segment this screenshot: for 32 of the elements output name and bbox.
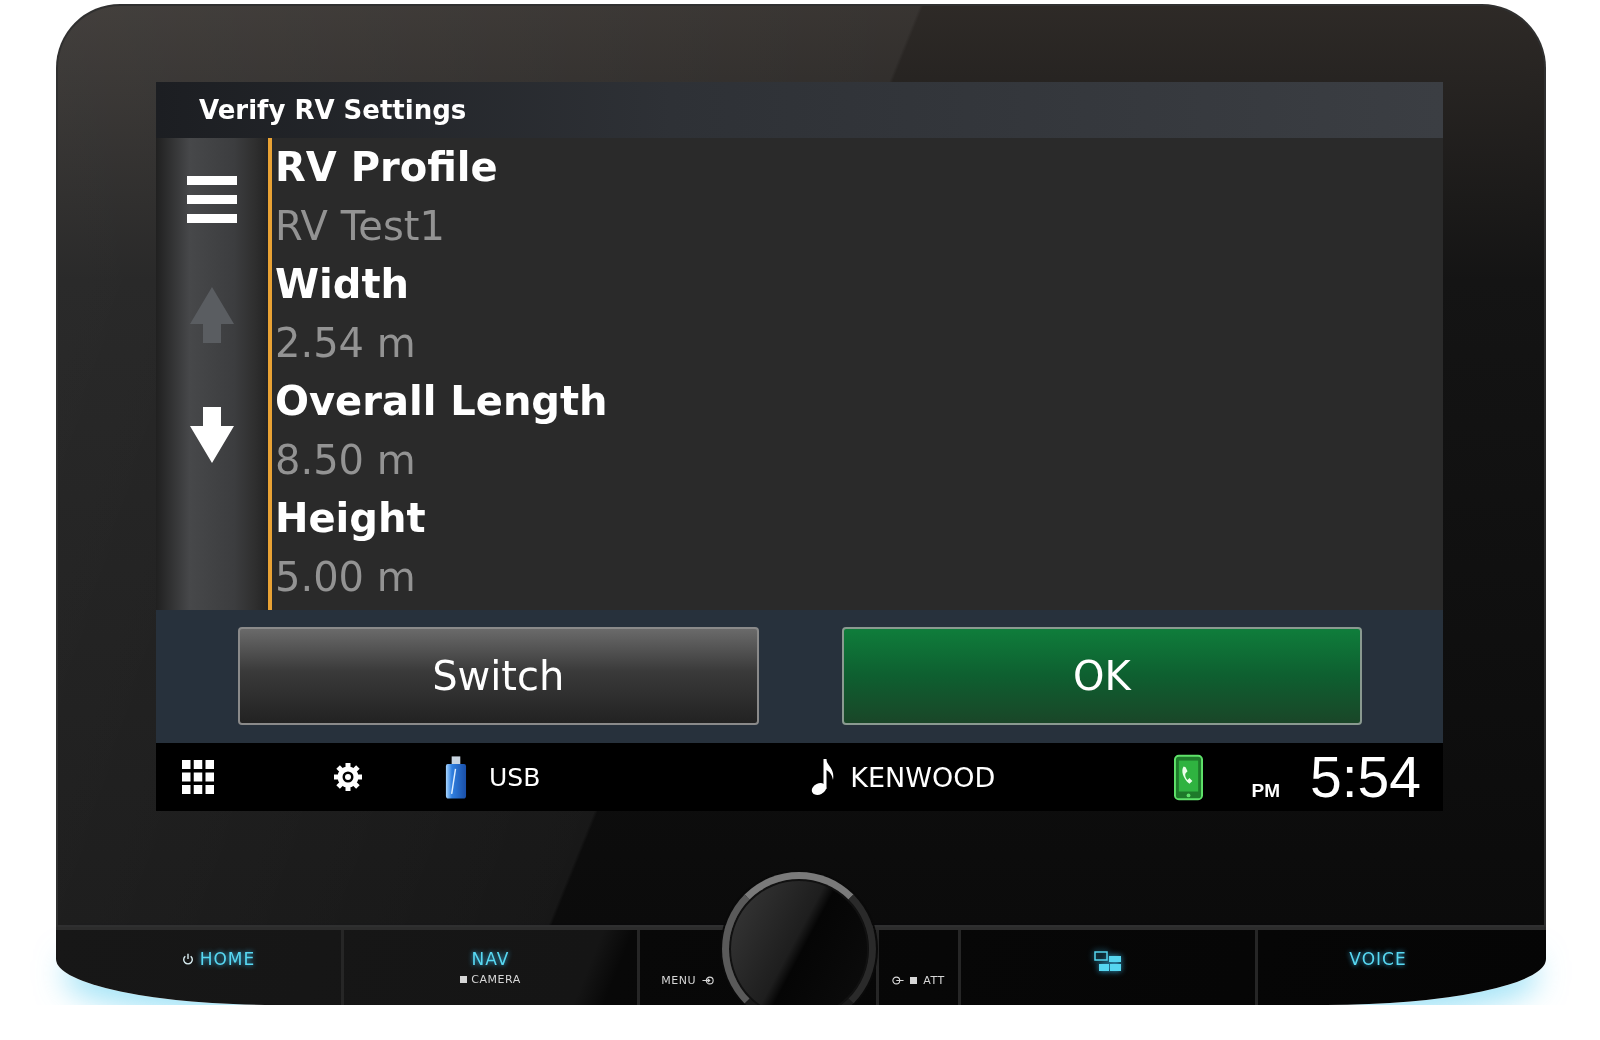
setting-label: Width (275, 260, 410, 309)
power-icon (181, 953, 194, 965)
setting-value: 5.00 m (275, 552, 416, 602)
tiles-icon (1094, 951, 1122, 971)
screen-title: Verify RV Settings (199, 94, 467, 126)
square-icon (460, 976, 468, 983)
voice-button[interactable]: VOICE (1258, 930, 1546, 1005)
apps-grid-icon[interactable] (182, 760, 214, 794)
menu-icon[interactable] (187, 176, 237, 223)
setting-label: Height (275, 494, 426, 543)
source-button[interactable]: USB (444, 754, 541, 800)
setting-label: RV Profile (275, 143, 498, 192)
arrow-circle-icon (702, 976, 714, 985)
usb-stick-icon (444, 754, 467, 800)
setting-value: 8.50 m (275, 435, 416, 485)
phone-icon[interactable] (1173, 753, 1203, 801)
home-button[interactable]: HOME (56, 930, 344, 1005)
music-note-icon (811, 758, 836, 796)
menu-button[interactable]: MENU (640, 930, 720, 1005)
now-playing-button[interactable]: KENWOOD (811, 758, 996, 796)
ok-button[interactable]: OK (841, 627, 1362, 725)
switch-button[interactable]: Switch (238, 627, 759, 725)
square-icon (910, 977, 918, 984)
down-arrow-icon[interactable] (190, 407, 234, 463)
settings-icon[interactable] (334, 763, 362, 791)
setting-value: RV Test1 (275, 201, 445, 251)
setting-label: Overall Length (275, 377, 608, 426)
circle-line-icon (892, 976, 905, 985)
setting-value: 2.54 m (275, 318, 416, 368)
nav-button[interactable]: NAV CAMERA (344, 930, 640, 1005)
clock-meridiem: PM (1251, 779, 1281, 802)
clock-time: 5:54 (1310, 748, 1421, 806)
